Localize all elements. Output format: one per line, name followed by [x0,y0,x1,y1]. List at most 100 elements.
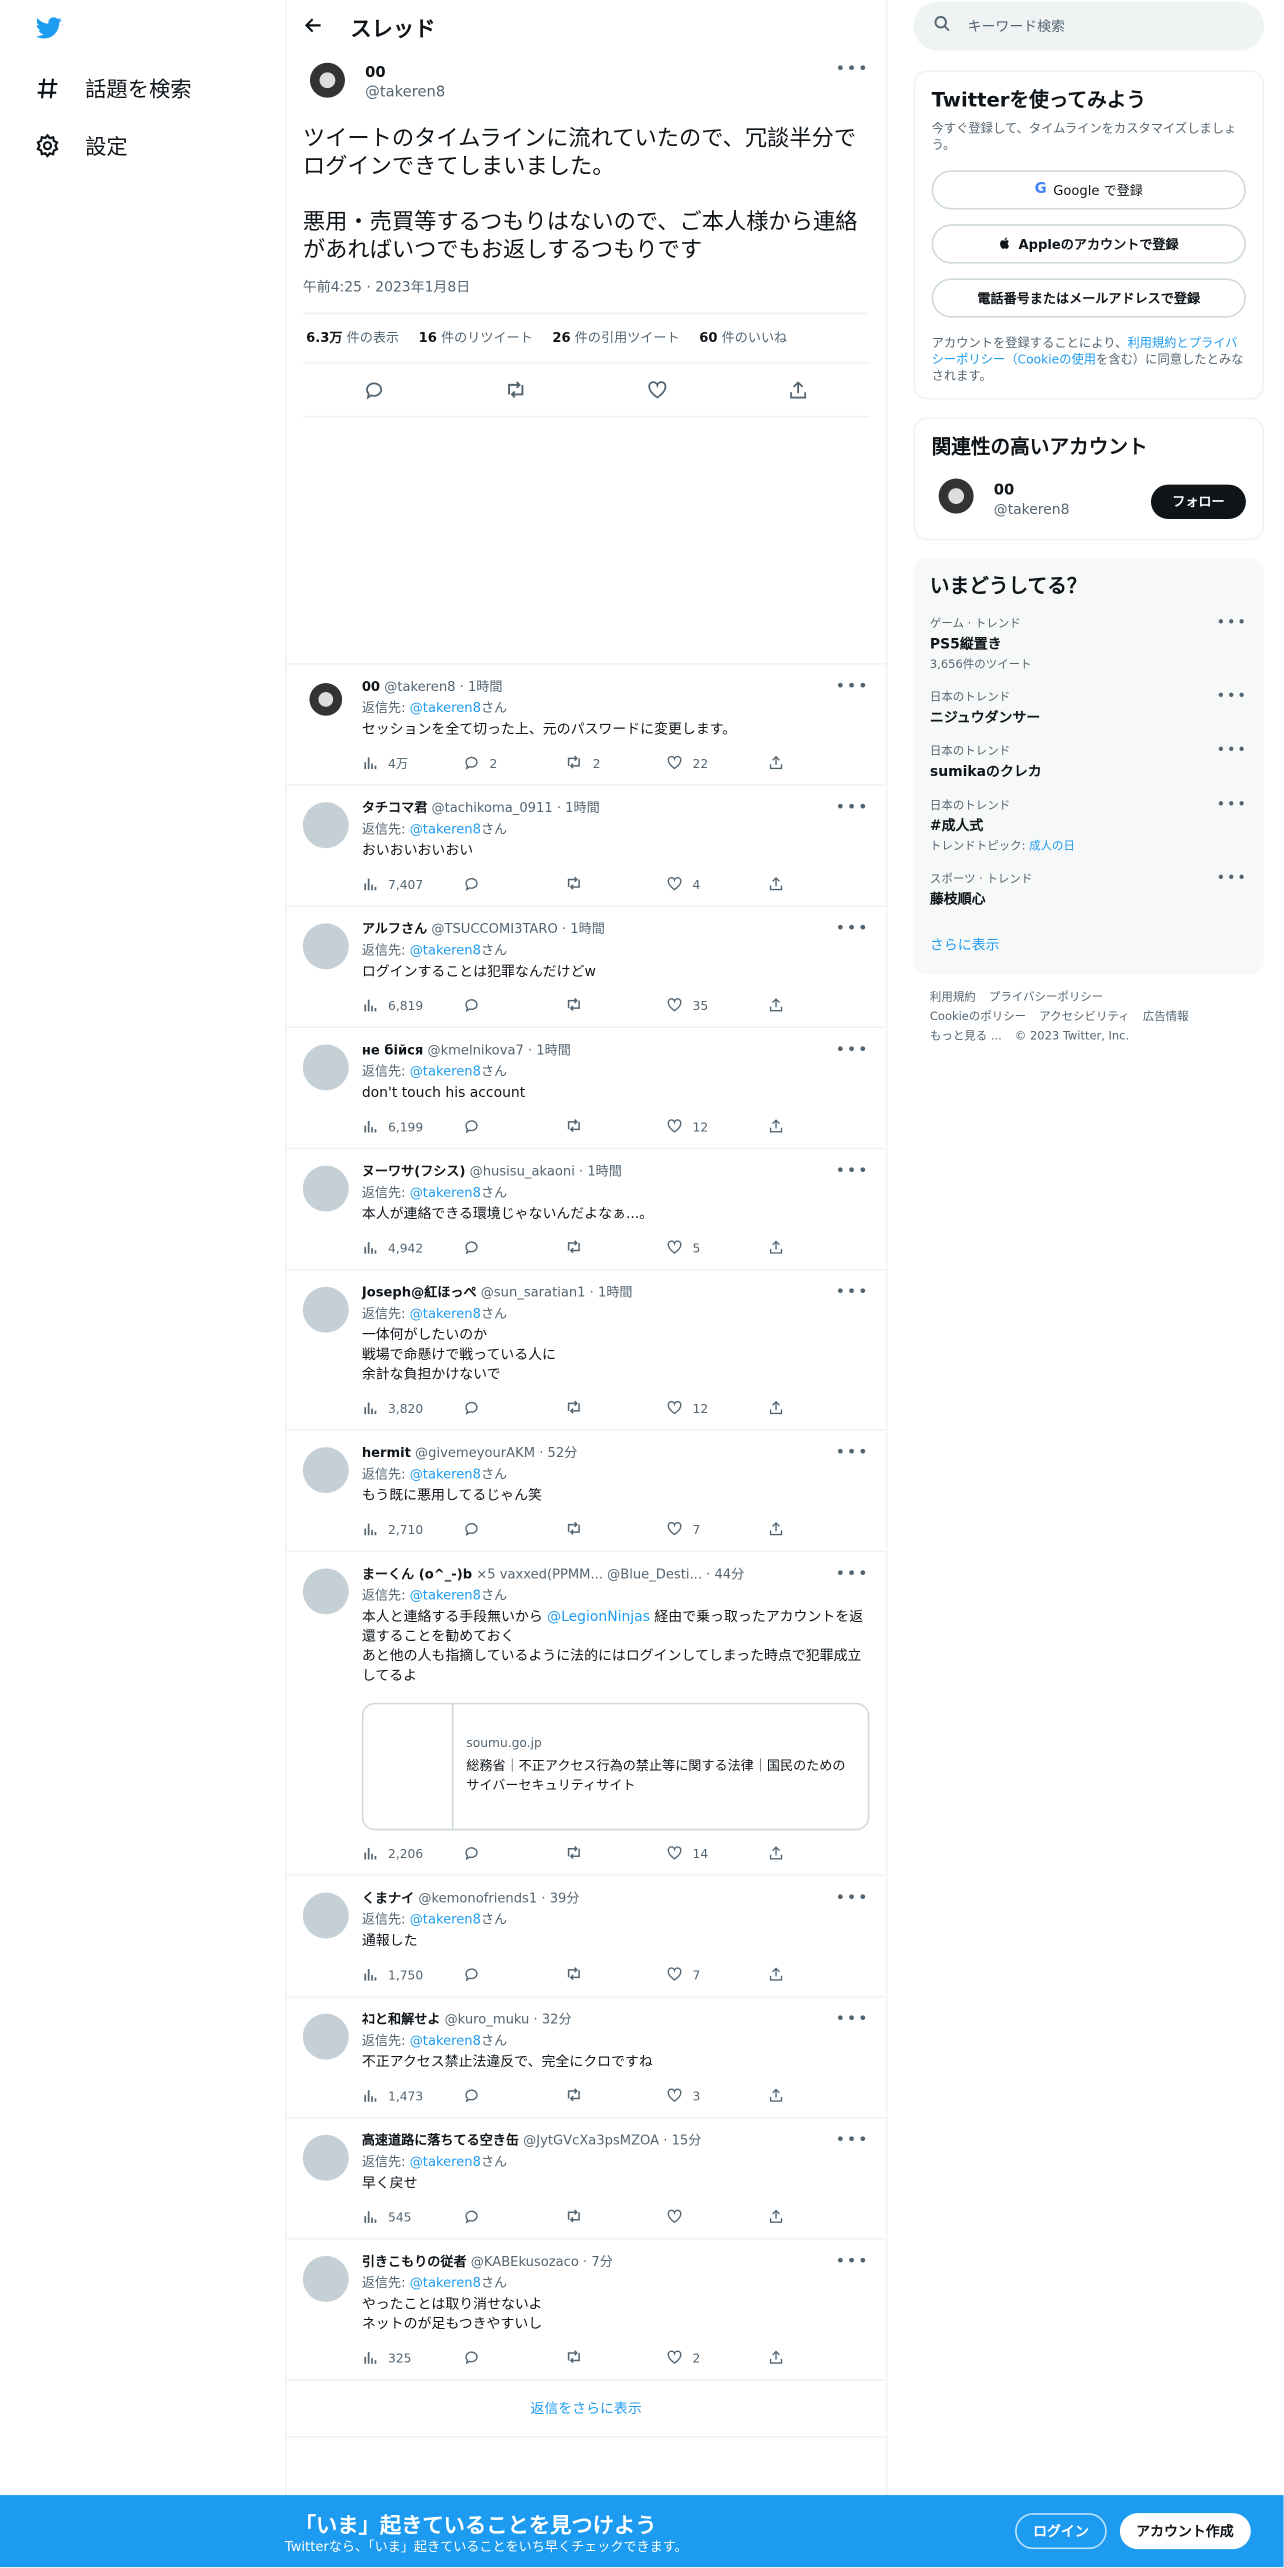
like-button[interactable]: 4 [666,875,768,895]
avatar[interactable] [302,802,349,849]
reply-to-link[interactable]: @takeren8 [410,2276,481,2291]
phone-email-signup-button[interactable]: 電話番号またはメールアドレスで登録 [931,278,1246,318]
like-button[interactable]: 7 [666,1520,768,1540]
avatar[interactable] [302,1044,349,1091]
avatar[interactable] [302,923,349,970]
reply-tweet[interactable]: ﾈｺと和解せよ @kuro_muku · 32分 返信先: @takeren8さん… [286,1997,886,2119]
like-button[interactable]: 14 [666,1844,768,1864]
footer-privacy[interactable]: プライバシーポリシー [989,991,1103,1004]
reply-to-link[interactable]: @takeren8 [410,943,481,958]
more-icon[interactable]: ••• [1217,871,1248,887]
reply-author-name[interactable]: アルフさん [362,922,427,937]
reply-to-link[interactable]: @takeren8 [410,1912,481,1927]
mention-link[interactable]: @LegionNinjas [547,1609,650,1625]
reply-to-link[interactable]: @takeren8 [410,2155,481,2170]
nav-explore[interactable]: 話題を検索 [33,72,192,103]
nav-settings[interactable]: 設定 [33,129,128,160]
reply-meta[interactable]: @JytGVcXa3psMZOA · 15分 [523,2133,701,2148]
more-icon[interactable]: ••• [835,61,869,79]
reply-to-link[interactable]: @takeren8 [410,1064,481,1079]
reply-tweet[interactable]: 引きこもりの従者 @KABEkusozaco · 7分 返信先: @takeren… [286,2240,886,2381]
reply-meta[interactable]: @kemonofriends1 · 39分 [418,1891,579,1906]
related-handle[interactable]: @takeren8 [994,503,1070,519]
reply-meta[interactable]: @TSUCCOMI3TARO · 1時間 [431,922,604,937]
reply-meta[interactable]: @kmelnikova7 · 1時間 [427,1043,570,1058]
retweet-button[interactable] [565,995,667,1016]
reply-button[interactable] [463,1965,565,1985]
reply-tweet[interactable]: アルフさん @TSUCCOMI3TARO · 1時間 返信先: @takeren8… [286,907,886,1029]
reply-button[interactable] [463,2208,565,2228]
reply-tweet[interactable]: ヌーワサ(フシス) @husisu_akaoni · 1時間 返信先: @take… [286,1149,886,1271]
reply-meta[interactable]: @takeren8 · 1時間 [384,679,502,694]
retweets-stat[interactable]: 16 件のリツイート [419,329,533,347]
reply-author-name[interactable]: 引きこもりの従者 [362,2254,467,2269]
reply-author-name[interactable]: 高速道路に落ちてる空き缶 [362,2133,519,2148]
avatar[interactable] [302,2134,349,2181]
reply-author-name[interactable]: くまナイ [362,1891,414,1906]
reply-button[interactable] [463,1520,565,1540]
more-icon[interactable]: ••• [835,799,869,817]
more-icon[interactable]: ••• [835,1565,869,1583]
more-icon[interactable]: ••• [835,2253,869,2271]
back-arrow-icon[interactable] [303,11,324,42]
avatar[interactable] [302,1286,349,1333]
reply-button[interactable] [463,875,565,895]
avatar[interactable] [302,681,349,727]
like-icon[interactable] [645,378,668,401]
reply-icon[interactable] [362,378,385,401]
retweet-button[interactable] [565,874,667,895]
reply-to-link[interactable]: @takeren8 [410,1185,481,1200]
reply-author-name[interactable]: ヌーワサ(フシス) [362,1164,466,1179]
like-button[interactable]: 22 [666,754,768,774]
reply-to-link[interactable]: @takeren8 [410,1467,481,1482]
reply-tweet[interactable]: Joseph@紅ほっぺ @sun_saratian1 · 1時間 返信先: @ta… [286,1270,886,1431]
retweet-button[interactable] [565,1843,667,1864]
reply-author-name[interactable]: Joseph@紅ほっぺ [362,1285,477,1300]
share-button[interactable] [768,875,870,895]
reply-button[interactable] [463,1844,565,1864]
retweet-button[interactable] [565,1965,667,1986]
main-tweet-author[interactable]: 00 @takeren8 [302,60,869,110]
reply-meta[interactable]: @kuro_muku · 32分 [445,2012,572,2027]
twitter-bird-icon[interactable] [34,15,63,41]
avatar[interactable] [302,1165,349,1212]
reply-meta[interactable]: @husisu_akaoni · 1時間 [470,1164,622,1179]
retweet-button[interactable]: 2 [565,753,667,774]
more-icon[interactable]: ••• [835,2010,869,2028]
reply-button[interactable] [463,1399,565,1419]
apple-signup-button[interactable]: Appleのアカウントで登録 [931,224,1246,264]
share-icon[interactable] [787,378,810,401]
quotes-stat[interactable]: 26 件の引用ツイート [552,329,679,347]
link-card[interactable]: soumu.go.jp 総務省｜不正アクセス行為の禁止等に関する法律｜国民のための… [361,1702,870,1831]
reply-meta[interactable]: ×5 vaxxed(PPMM... @Blue_Desti... · 44分 [476,1567,744,1582]
share-button[interactable] [768,1239,870,1259]
views-button[interactable]: 545 [362,2208,464,2228]
views-button[interactable]: 2,710 [362,1520,464,1540]
related-name[interactable]: 00 [994,483,1070,499]
more-icon[interactable]: ••• [835,678,869,696]
reply-author-name[interactable]: ﾈｺと和解せよ [362,2012,441,2027]
reply-tweet[interactable]: まーくん (o^_-)b ×5 vaxxed(PPMM... @Blue_Des… [286,1552,886,1877]
avatar[interactable] [302,60,352,110]
like-button[interactable] [666,2208,768,2228]
avatar[interactable] [302,1447,349,1494]
search-input[interactable]: キーワード検索 [913,1,1264,51]
trend-item[interactable]: 日本のトレンド sumikaのクレカ ••• [930,743,1248,781]
views-button[interactable]: 2,206 [362,1844,464,1864]
retweet-icon[interactable] [504,378,527,401]
reply-button[interactable] [463,2349,565,2369]
more-icon[interactable]: ••• [1217,689,1248,705]
reply-author-name[interactable]: まーくん (o^_-)b [362,1567,472,1582]
share-button[interactable] [768,1399,870,1419]
avatar[interactable] [302,1568,349,1615]
like-button[interactable]: 5 [666,1239,768,1259]
share-button[interactable] [768,1117,870,1137]
tweet-timestamp[interactable]: 午前4:25 · 2023年1月8日 [303,277,869,296]
reply-author-name[interactable]: не бійся [362,1043,423,1058]
more-icon[interactable]: ••• [1217,797,1248,813]
create-account-button[interactable]: アカウント作成 [1119,2513,1251,2550]
views-button[interactable]: 6,199 [362,1117,464,1137]
reply-to-link[interactable]: @takeren8 [410,2033,481,2048]
reply-meta[interactable]: @tachikoma_0911 · 1時間 [431,801,599,816]
like-button[interactable]: 35 [666,996,768,1016]
